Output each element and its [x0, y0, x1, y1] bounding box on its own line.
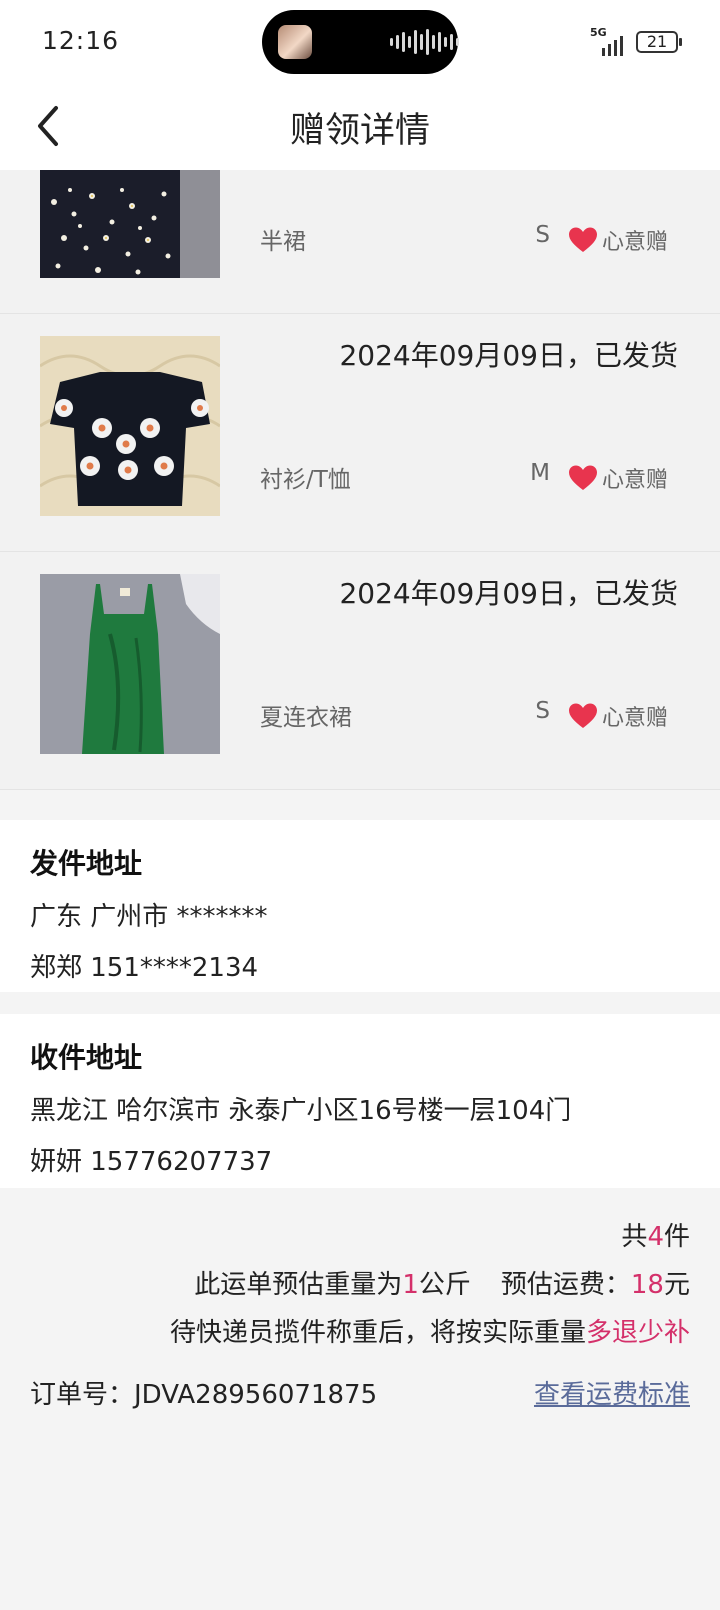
island-avatar-thumbnail [278, 25, 312, 59]
heart-icon [569, 465, 597, 490]
list-item[interactable]: 2024年09月09日，已发货 夏连衣裙 S 心意赠 [0, 552, 720, 790]
battery-icon: 21 [636, 31, 682, 53]
battery-level: 21 [646, 32, 668, 51]
scroll-content[interactable]: 半裙 S 心意赠 2024年09月09日，已发货 衬衫/T恤 M 心意赠 202… [0, 170, 720, 1610]
order-number: 订单号：JDVA28956071875 [30, 1374, 377, 1411]
item-category: 半裙 [260, 229, 306, 255]
gift-label: 心意赠 [602, 468, 669, 493]
item-list: 半裙 S 心意赠 2024年09月09日，已发货 衬衫/T恤 M 心意赠 202… [0, 170, 720, 820]
item-category: 夏连衣裙 [260, 705, 352, 731]
fee-unit: 元 [663, 1270, 690, 1300]
sender-contact: 郑郑 151****2134 [30, 953, 259, 983]
gift-badge: 心意赠 [568, 224, 668, 256]
signal-icon: 5G [590, 26, 626, 56]
heart-icon [569, 227, 597, 252]
gift-label: 心意赠 [602, 230, 669, 255]
item-date-status: 2024年09月09日，已发货 [339, 577, 678, 610]
total-prefix: 共 [621, 1222, 648, 1252]
weight-value: 1 [402, 1270, 419, 1300]
total-count: 4 [647, 1222, 664, 1252]
item-size: S [535, 698, 550, 724]
weight-note: 待快递员揽件称重后，将按实际重量多退少补 [170, 1312, 690, 1349]
order-id: JDVA28956071875 [134, 1380, 378, 1410]
item-photo-top [40, 336, 220, 516]
list-item[interactable]: 2024年09月09日，已发货 衬衫/T恤 M 心意赠 [0, 314, 720, 552]
order-label: 订单号： [30, 1380, 135, 1410]
note-prefix: 待快递员揽件称重后，将按实际重量 [169, 1318, 586, 1348]
receiver-heading: 收件地址 [30, 1041, 143, 1074]
total-suffix: 件 [663, 1222, 690, 1252]
item-size: M [530, 460, 550, 486]
sender-address-card: 发件地址 广东 广州市 ******* 郑郑 151****2134 [0, 820, 720, 992]
fee-value: 18 [630, 1270, 664, 1300]
note-highlight: 多退少补 [585, 1318, 690, 1348]
fee-standard-link[interactable]: 查看运费标准 [534, 1374, 690, 1411]
item-photo-dress [40, 574, 220, 754]
receiver-contact: 妍妍 15776207737 [30, 1147, 273, 1177]
audio-waveform-icon [390, 28, 459, 56]
receiver-address-card: 收件地址 黑龙江 哈尔滨市 永泰广小区16号楼一层104门 妍妍 1577620… [0, 1014, 720, 1188]
weight-unit: 公斤 [418, 1270, 471, 1300]
weight-fee-line: 此运单预估重量为1公斤 预估运费：18元 [194, 1264, 690, 1301]
item-count: 共4件 [621, 1216, 690, 1253]
dynamic-island[interactable] [262, 10, 459, 74]
receiver-address: 黑龙江 哈尔滨市 永泰广小区16号楼一层104门 [30, 1096, 572, 1126]
gift-badge: 心意赠 [568, 462, 668, 494]
status-bar: 12:16 5G 21 [0, 0, 720, 82]
list-item[interactable]: 半裙 S 心意赠 [0, 170, 720, 314]
gift-badge: 心意赠 [568, 700, 668, 732]
status-time: 12:16 [42, 26, 120, 55]
page-title: 赠领详情 [289, 111, 430, 151]
item-date-status: 2024年09月09日，已发货 [339, 339, 678, 372]
weight-prefix: 此运单预估重量为 [194, 1270, 403, 1300]
fee-label: 预估运费： [500, 1270, 631, 1300]
item-category: 衬衫/T恤 [260, 467, 351, 493]
item-size: S [535, 222, 550, 248]
nav-bar: 赠领详情 [0, 82, 720, 170]
gift-label: 心意赠 [602, 706, 669, 731]
sender-address: 广东 广州市 ******* [30, 902, 268, 932]
heart-icon [569, 703, 597, 728]
item-photo-skirt [40, 170, 220, 278]
sender-heading: 发件地址 [30, 847, 143, 880]
